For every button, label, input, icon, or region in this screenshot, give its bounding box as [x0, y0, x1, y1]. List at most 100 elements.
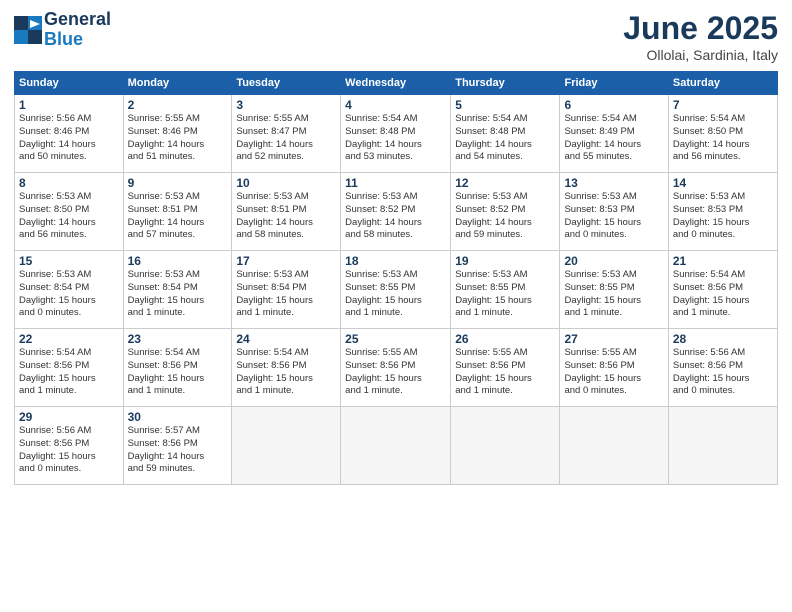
day-info: Sunrise: 5:54 AMSunset: 8:56 PMDaylight:…	[236, 347, 336, 398]
table-row	[451, 407, 560, 485]
day-info: Sunrise: 5:56 AMSunset: 8:46 PMDaylight:…	[19, 113, 119, 164]
day-number: 25	[345, 332, 446, 346]
day-number: 10	[236, 176, 336, 190]
day-number: 7	[673, 98, 773, 112]
day-number: 6	[564, 98, 663, 112]
col-sunday: Sunday	[15, 72, 124, 95]
logo-blue: Blue	[44, 30, 111, 50]
logo-general: General	[44, 10, 111, 30]
table-row: 10Sunrise: 5:53 AMSunset: 8:51 PMDayligh…	[232, 173, 341, 251]
day-number: 2	[128, 98, 228, 112]
table-row: 14Sunrise: 5:53 AMSunset: 8:53 PMDayligh…	[668, 173, 777, 251]
day-number: 29	[19, 410, 119, 424]
day-info: Sunrise: 5:53 AMSunset: 8:54 PMDaylight:…	[236, 269, 336, 320]
day-number: 16	[128, 254, 228, 268]
table-row: 24Sunrise: 5:54 AMSunset: 8:56 PMDayligh…	[232, 329, 341, 407]
day-info: Sunrise: 5:56 AMSunset: 8:56 PMDaylight:…	[673, 347, 773, 398]
day-number: 4	[345, 98, 446, 112]
day-info: Sunrise: 5:54 AMSunset: 8:49 PMDaylight:…	[564, 113, 663, 164]
table-row: 6Sunrise: 5:54 AMSunset: 8:49 PMDaylight…	[560, 95, 668, 173]
header-row: Sunday Monday Tuesday Wednesday Thursday…	[15, 72, 778, 95]
day-number: 24	[236, 332, 336, 346]
day-info: Sunrise: 5:53 AMSunset: 8:53 PMDaylight:…	[564, 191, 663, 242]
day-number: 9	[128, 176, 228, 190]
day-info: Sunrise: 5:57 AMSunset: 8:56 PMDaylight:…	[128, 425, 228, 476]
day-info: Sunrise: 5:53 AMSunset: 8:53 PMDaylight:…	[673, 191, 773, 242]
day-number: 20	[564, 254, 663, 268]
day-number: 1	[19, 98, 119, 112]
table-row: 2Sunrise: 5:55 AMSunset: 8:46 PMDaylight…	[123, 95, 232, 173]
table-row: 11Sunrise: 5:53 AMSunset: 8:52 PMDayligh…	[341, 173, 451, 251]
day-number: 12	[455, 176, 555, 190]
day-info: Sunrise: 5:54 AMSunset: 8:50 PMDaylight:…	[673, 113, 773, 164]
table-row: 3Sunrise: 5:55 AMSunset: 8:47 PMDaylight…	[232, 95, 341, 173]
table-row: 21Sunrise: 5:54 AMSunset: 8:56 PMDayligh…	[668, 251, 777, 329]
day-info: Sunrise: 5:53 AMSunset: 8:51 PMDaylight:…	[236, 191, 336, 242]
location: Ollolai, Sardinia, Italy	[623, 47, 778, 63]
day-info: Sunrise: 5:54 AMSunset: 8:56 PMDaylight:…	[128, 347, 228, 398]
col-wednesday: Wednesday	[341, 72, 451, 95]
day-number: 3	[236, 98, 336, 112]
day-info: Sunrise: 5:55 AMSunset: 8:56 PMDaylight:…	[345, 347, 446, 398]
table-row: 17Sunrise: 5:53 AMSunset: 8:54 PMDayligh…	[232, 251, 341, 329]
table-row: 7Sunrise: 5:54 AMSunset: 8:50 PMDaylight…	[668, 95, 777, 173]
table-row: 13Sunrise: 5:53 AMSunset: 8:53 PMDayligh…	[560, 173, 668, 251]
table-row: 16Sunrise: 5:53 AMSunset: 8:54 PMDayligh…	[123, 251, 232, 329]
day-info: Sunrise: 5:54 AMSunset: 8:48 PMDaylight:…	[455, 113, 555, 164]
day-info: Sunrise: 5:53 AMSunset: 8:52 PMDaylight:…	[455, 191, 555, 242]
day-number: 19	[455, 254, 555, 268]
table-row: 5Sunrise: 5:54 AMSunset: 8:48 PMDaylight…	[451, 95, 560, 173]
col-tuesday: Tuesday	[232, 72, 341, 95]
day-info: Sunrise: 5:56 AMSunset: 8:56 PMDaylight:…	[19, 425, 119, 476]
col-thursday: Thursday	[451, 72, 560, 95]
table-row: 28Sunrise: 5:56 AMSunset: 8:56 PMDayligh…	[668, 329, 777, 407]
day-info: Sunrise: 5:55 AMSunset: 8:46 PMDaylight:…	[128, 113, 228, 164]
day-info: Sunrise: 5:54 AMSunset: 8:48 PMDaylight:…	[345, 113, 446, 164]
day-info: Sunrise: 5:55 AMSunset: 8:47 PMDaylight:…	[236, 113, 336, 164]
table-row: 29Sunrise: 5:56 AMSunset: 8:56 PMDayligh…	[15, 407, 124, 485]
day-number: 5	[455, 98, 555, 112]
table-row: 25Sunrise: 5:55 AMSunset: 8:56 PMDayligh…	[341, 329, 451, 407]
day-info: Sunrise: 5:54 AMSunset: 8:56 PMDaylight:…	[19, 347, 119, 398]
day-number: 11	[345, 176, 446, 190]
day-info: Sunrise: 5:53 AMSunset: 8:51 PMDaylight:…	[128, 191, 228, 242]
day-info: Sunrise: 5:53 AMSunset: 8:55 PMDaylight:…	[345, 269, 446, 320]
table-row: 30Sunrise: 5:57 AMSunset: 8:56 PMDayligh…	[123, 407, 232, 485]
col-monday: Monday	[123, 72, 232, 95]
table-row: 18Sunrise: 5:53 AMSunset: 8:55 PMDayligh…	[341, 251, 451, 329]
day-info: Sunrise: 5:53 AMSunset: 8:55 PMDaylight:…	[564, 269, 663, 320]
logo: General Blue	[14, 10, 111, 50]
day-info: Sunrise: 5:53 AMSunset: 8:55 PMDaylight:…	[455, 269, 555, 320]
day-number: 18	[345, 254, 446, 268]
table-row: 15Sunrise: 5:53 AMSunset: 8:54 PMDayligh…	[15, 251, 124, 329]
day-number: 30	[128, 410, 228, 424]
calendar-table: Sunday Monday Tuesday Wednesday Thursday…	[14, 71, 778, 485]
table-row: 8Sunrise: 5:53 AMSunset: 8:50 PMDaylight…	[15, 173, 124, 251]
table-row: 12Sunrise: 5:53 AMSunset: 8:52 PMDayligh…	[451, 173, 560, 251]
table-row: 22Sunrise: 5:54 AMSunset: 8:56 PMDayligh…	[15, 329, 124, 407]
table-row: 19Sunrise: 5:53 AMSunset: 8:55 PMDayligh…	[451, 251, 560, 329]
day-number: 21	[673, 254, 773, 268]
day-number: 22	[19, 332, 119, 346]
day-info: Sunrise: 5:53 AMSunset: 8:52 PMDaylight:…	[345, 191, 446, 242]
month-title: June 2025	[623, 10, 778, 47]
title-block: June 2025 Ollolai, Sardinia, Italy	[623, 10, 778, 63]
page: General Blue June 2025 Ollolai, Sardinia…	[0, 0, 792, 612]
day-number: 15	[19, 254, 119, 268]
day-info: Sunrise: 5:53 AMSunset: 8:50 PMDaylight:…	[19, 191, 119, 242]
header: General Blue June 2025 Ollolai, Sardinia…	[14, 10, 778, 63]
day-info: Sunrise: 5:53 AMSunset: 8:54 PMDaylight:…	[19, 269, 119, 320]
day-number: 28	[673, 332, 773, 346]
logo-text: General Blue	[44, 10, 111, 50]
day-number: 14	[673, 176, 773, 190]
table-row: 26Sunrise: 5:55 AMSunset: 8:56 PMDayligh…	[451, 329, 560, 407]
table-row: 27Sunrise: 5:55 AMSunset: 8:56 PMDayligh…	[560, 329, 668, 407]
day-number: 23	[128, 332, 228, 346]
table-row: 20Sunrise: 5:53 AMSunset: 8:55 PMDayligh…	[560, 251, 668, 329]
day-number: 13	[564, 176, 663, 190]
day-number: 8	[19, 176, 119, 190]
day-number: 17	[236, 254, 336, 268]
logo-icon	[14, 16, 42, 44]
table-row: 9Sunrise: 5:53 AMSunset: 8:51 PMDaylight…	[123, 173, 232, 251]
table-row	[341, 407, 451, 485]
